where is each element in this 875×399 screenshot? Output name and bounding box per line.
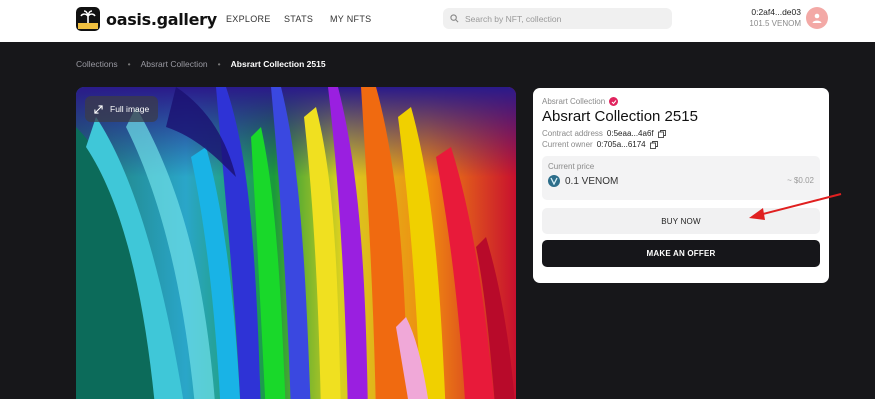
copy-icon[interactable] <box>657 129 666 138</box>
logo[interactable]: oasis.gallery <box>76 7 217 31</box>
full-image-button[interactable]: Full image <box>85 96 159 122</box>
expand-icon <box>94 104 103 114</box>
search-placeholder: Search by NFT, collection <box>465 13 562 24</box>
price-label: Current price <box>548 162 595 171</box>
nft-artwork <box>76 87 516 399</box>
nav-my-nfts[interactable]: MY NFTS <box>330 14 371 24</box>
annotation-arrow-icon <box>749 193 842 220</box>
owner-value[interactable]: 0:705a...6174 <box>597 140 646 149</box>
wallet-balance: 101.5 VENOM <box>749 19 801 28</box>
owner-row: Current owner 0:705a...6174 <box>542 140 820 149</box>
owner-label: Current owner <box>542 140 593 149</box>
contract-label: Contract address <box>542 129 603 138</box>
logo-text: oasis.gallery <box>106 9 217 29</box>
breadcrumb-separator: • <box>217 59 221 69</box>
price-row: 0.1 VENOM <box>548 175 814 187</box>
breadcrumb-current: Absrart Collection 2515 <box>230 59 326 69</box>
breadcrumb-collections[interactable]: Collections <box>76 59 118 69</box>
nft-image[interactable]: Full image <box>76 87 516 399</box>
search-icon <box>450 14 459 23</box>
search-input[interactable]: Search by NFT, collection <box>443 8 672 29</box>
wallet-info[interactable]: 0:2af4...de03 101.5 VENOM <box>749 7 801 28</box>
breadcrumb-collection[interactable]: Absrart Collection <box>141 59 208 69</box>
top-header: oasis.gallery EXPLORE STATS MY NFTS Sear… <box>0 0 875 42</box>
wallet-address: 0:2af4...de03 <box>751 7 801 17</box>
avatar-icon[interactable] <box>806 7 828 29</box>
venom-token-icon <box>548 175 560 187</box>
breadcrumb: Collections • Absrart Collection • Absra… <box>76 59 326 69</box>
collection-name: Absrart Collection <box>542 97 606 106</box>
price-value: 0.1 VENOM <box>565 175 619 187</box>
contract-row: Contract address 0:5eaa...4a6f <box>542 129 820 138</box>
nft-title: Absrart Collection 2515 <box>542 108 698 125</box>
nav-explore[interactable]: EXPLORE <box>226 14 271 24</box>
contract-value[interactable]: 0:5eaa...4a6f <box>607 129 654 138</box>
collection-link[interactable]: Absrart Collection <box>542 97 820 106</box>
logo-icon <box>76 7 100 31</box>
full-image-label: Full image <box>110 104 150 114</box>
verified-icon <box>609 97 619 106</box>
nav-stats[interactable]: STATS <box>284 14 313 24</box>
copy-icon[interactable] <box>649 140 658 149</box>
make-offer-button[interactable]: MAKE AN OFFER <box>542 240 820 267</box>
nft-details-card: Absrart Collection Absrart Collection 25… <box>533 88 829 283</box>
price-usd: ~ $0.02 <box>787 176 814 185</box>
breadcrumb-separator: • <box>127 59 131 69</box>
